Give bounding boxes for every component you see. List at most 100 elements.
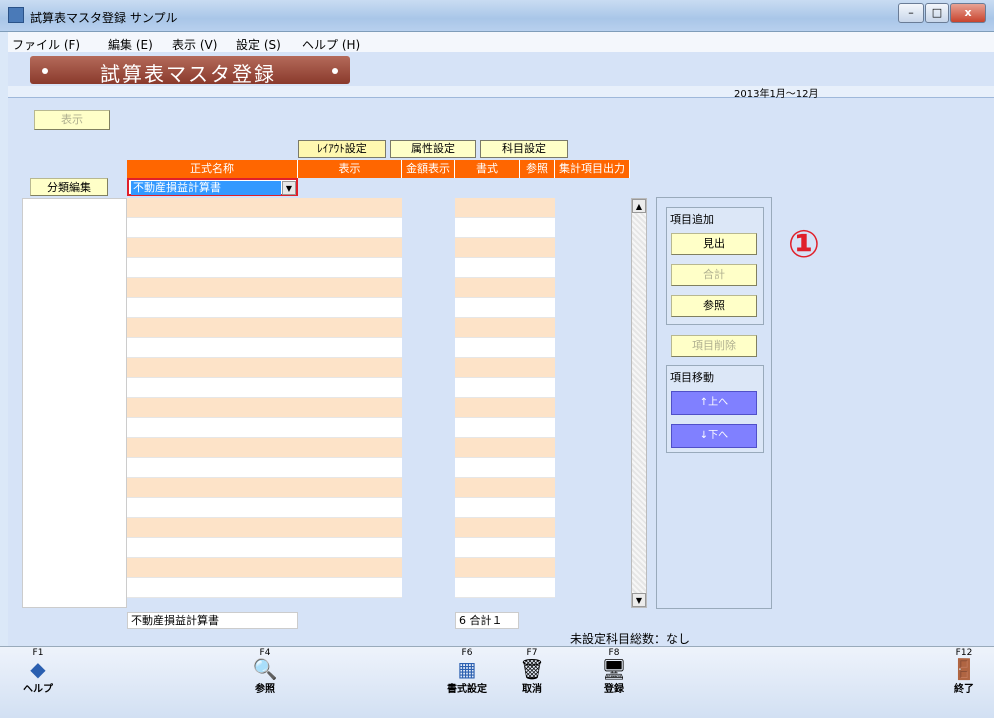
display-cell[interactable]: [298, 478, 402, 498]
name-cell[interactable]: [127, 378, 298, 398]
reference-cell[interactable]: [520, 518, 555, 538]
name-cell[interactable]: [127, 338, 298, 358]
tab-layout[interactable]: ﾚｲｱｳﾄ設定: [298, 140, 386, 158]
name-cell[interactable]: [127, 498, 298, 518]
display-cell[interactable]: [298, 378, 402, 398]
format-cell[interactable]: [455, 458, 520, 478]
f12-exit-button[interactable]: F12 🚪 終了: [944, 648, 984, 716]
reference-cell[interactable]: [520, 558, 555, 578]
display-cell[interactable]: [298, 398, 402, 418]
display-cell[interactable]: [298, 578, 402, 598]
f4-reference-button[interactable]: F4 🔍 参照: [245, 648, 285, 716]
display-cell[interactable]: [298, 518, 402, 538]
format-cell[interactable]: [455, 518, 520, 538]
format-cell[interactable]: [455, 358, 520, 378]
display-cell[interactable]: [298, 338, 402, 358]
display-cell[interactable]: [298, 358, 402, 378]
menu-help[interactable]: ヘルプ (H): [302, 36, 360, 53]
format-cell[interactable]: [455, 498, 520, 518]
name-cell[interactable]: [127, 538, 298, 558]
reference-cell[interactable]: [520, 458, 555, 478]
delete-item-button[interactable]: 項目削除: [671, 335, 757, 357]
scroll-up-icon[interactable]: ▲: [632, 199, 646, 213]
name-cell[interactable]: [127, 198, 298, 218]
reference-cell[interactable]: [520, 278, 555, 298]
tab-attribute[interactable]: 属性設定: [390, 140, 476, 158]
reference-cell[interactable]: [520, 258, 555, 278]
reference-cell[interactable]: [520, 538, 555, 558]
goukei-button[interactable]: 合計: [671, 264, 757, 286]
name-cell[interactable]: [127, 518, 298, 538]
f8-register-button[interactable]: F8 🖥 登録: [594, 648, 634, 716]
format-cell[interactable]: [455, 338, 520, 358]
chevron-down-icon[interactable]: ▼: [282, 181, 296, 195]
f1-help-button[interactable]: F1 ◆ ヘルプ: [18, 648, 58, 716]
grid-scrollbar[interactable]: [631, 198, 647, 608]
format-cell[interactable]: [455, 578, 520, 598]
display-cell[interactable]: [298, 298, 402, 318]
minimize-button[interactable]: –: [898, 3, 924, 23]
move-up-button[interactable]: ↑上へ: [671, 391, 757, 415]
bunrui-edit-button[interactable]: 分類編集: [30, 178, 108, 196]
maximize-button[interactable]: □: [925, 3, 949, 23]
display-cell[interactable]: [298, 218, 402, 238]
format-cell[interactable]: [455, 378, 520, 398]
name-cell[interactable]: [127, 458, 298, 478]
name-cell[interactable]: [127, 418, 298, 438]
tab-account[interactable]: 科目設定: [480, 140, 568, 158]
midashi-button[interactable]: 見出: [671, 233, 757, 255]
display-cell[interactable]: [298, 318, 402, 338]
format-cell[interactable]: [455, 418, 520, 438]
name-cell[interactable]: [127, 318, 298, 338]
name-cell[interactable]: [127, 478, 298, 498]
menu-settings[interactable]: 設定 (S): [236, 36, 281, 53]
display-cell[interactable]: [298, 498, 402, 518]
reference-cell[interactable]: [520, 198, 555, 218]
reference-cell[interactable]: [520, 318, 555, 338]
name-cell[interactable]: [127, 258, 298, 278]
reference-cell[interactable]: [520, 238, 555, 258]
reference-cell[interactable]: [520, 398, 555, 418]
name-cell[interactable]: [127, 438, 298, 458]
format-cell[interactable]: [455, 258, 520, 278]
move-down-button[interactable]: ↓下へ: [671, 424, 757, 448]
display-cell[interactable]: [298, 238, 402, 258]
reference-cell[interactable]: [520, 218, 555, 238]
menu-file[interactable]: ファイル (F): [12, 36, 80, 53]
format-cell[interactable]: [455, 478, 520, 498]
display-cell[interactable]: [298, 418, 402, 438]
display-cell[interactable]: [298, 198, 402, 218]
display-cell[interactable]: [298, 458, 402, 478]
close-button[interactable]: x: [950, 3, 986, 23]
name-cell[interactable]: [127, 298, 298, 318]
reference-cell[interactable]: [520, 298, 555, 318]
statement-combo[interactable]: 不動産損益計算書 ▼: [127, 178, 298, 196]
format-cell[interactable]: [455, 238, 520, 258]
display-cell[interactable]: [298, 258, 402, 278]
f7-cancel-button[interactable]: F7 🗑 取消: [512, 648, 552, 716]
format-cell[interactable]: [455, 558, 520, 578]
name-cell[interactable]: [127, 218, 298, 238]
format-cell[interactable]: [455, 318, 520, 338]
format-cell[interactable]: [455, 538, 520, 558]
format-cell[interactable]: [455, 438, 520, 458]
name-cell[interactable]: [127, 578, 298, 598]
format-cell[interactable]: [455, 278, 520, 298]
display-cell[interactable]: [298, 438, 402, 458]
reference-cell[interactable]: [520, 478, 555, 498]
display-cell[interactable]: [298, 558, 402, 578]
format-cell[interactable]: [455, 218, 520, 238]
scroll-down-icon[interactable]: ▼: [632, 593, 646, 607]
display-cell[interactable]: [298, 278, 402, 298]
name-cell[interactable]: [127, 278, 298, 298]
format-cell[interactable]: [455, 398, 520, 418]
reference-cell[interactable]: [520, 498, 555, 518]
reference-cell[interactable]: [520, 578, 555, 598]
format-cell[interactable]: [455, 298, 520, 318]
menu-view[interactable]: 表示 (V): [172, 36, 217, 53]
reference-cell[interactable]: [520, 378, 555, 398]
name-cell[interactable]: [127, 558, 298, 578]
menu-edit[interactable]: 編集 (E): [108, 36, 153, 53]
reference-cell[interactable]: [520, 418, 555, 438]
f6-format-button[interactable]: F6 ▦ 書式設定: [442, 648, 492, 716]
